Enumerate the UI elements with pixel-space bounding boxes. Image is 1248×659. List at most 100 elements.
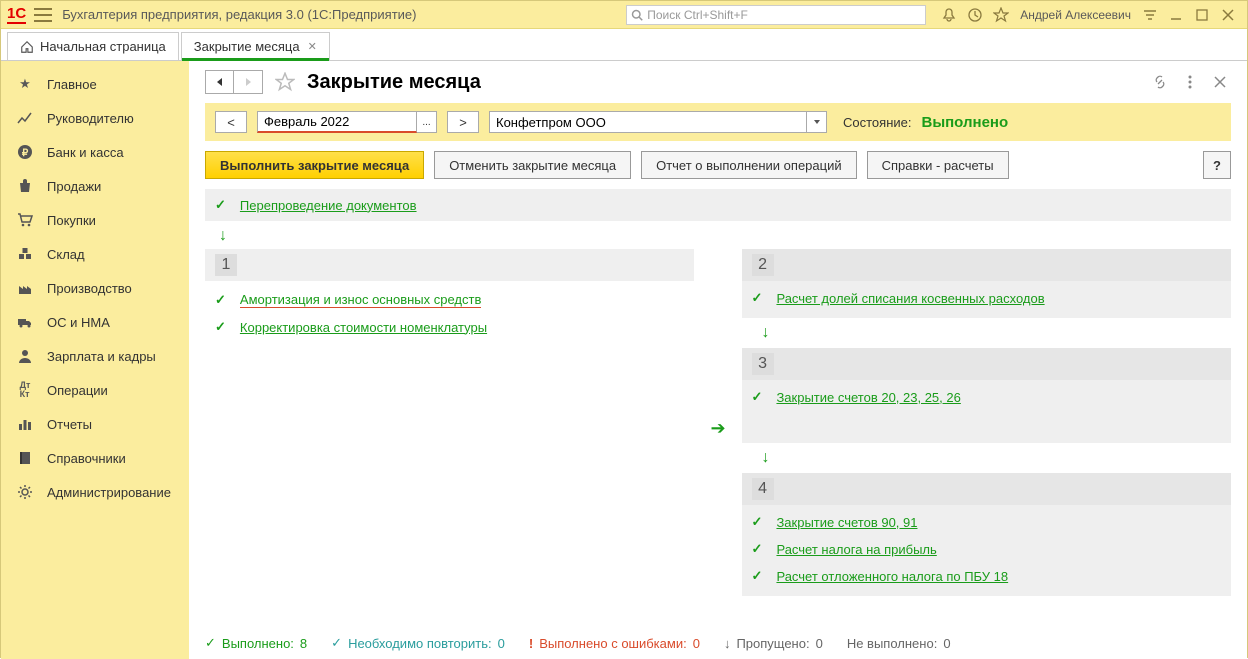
- status-label: Выполнено с ошибками:: [539, 636, 687, 651]
- maximize-button[interactable]: [1191, 4, 1213, 26]
- link-icon[interactable]: [1149, 71, 1171, 93]
- sidebar-item-hr[interactable]: Зарплата и кадры: [1, 339, 189, 373]
- status-errors: ! Выполнено с ошибками: 0: [529, 636, 700, 651]
- sidebar-item-admin[interactable]: Администрирование: [1, 475, 189, 509]
- tab-close-icon[interactable]: ✕: [308, 40, 317, 53]
- minimize-button[interactable]: [1165, 4, 1187, 26]
- history-icon[interactable]: [965, 5, 985, 25]
- period-picker-button[interactable]: ...: [417, 111, 437, 133]
- sidebar-label: Операции: [47, 383, 108, 398]
- ruble-icon: ₽: [15, 142, 35, 162]
- op-depreciation-link[interactable]: Амортизация и износ основных средств: [240, 292, 481, 308]
- page-title: Закрытие месяца: [307, 71, 1141, 94]
- cancel-close-button[interactable]: Отменить закрытие месяца: [434, 151, 631, 179]
- svg-text:₽: ₽: [22, 148, 29, 159]
- status-repeat: ✓ Необходимо повторить: 0: [331, 635, 505, 651]
- stage-number: 2: [752, 254, 774, 276]
- tab-active-label: Закрытие месяца: [194, 39, 300, 54]
- check-icon: ✓: [752, 568, 763, 584]
- stage-number: 3: [752, 353, 774, 375]
- check-icon: ✓: [331, 635, 342, 651]
- stage-4-header: 4: [742, 473, 1231, 505]
- sidebar-label: Склад: [47, 247, 85, 262]
- op-indirect-costs-link[interactable]: Расчет долей списания косвенных расходов: [776, 291, 1044, 306]
- stage-3-block: 3 ✓ Закрытие счетов 20, 23, 25, 26: [742, 348, 1231, 443]
- exclamation-icon: !: [529, 636, 533, 651]
- op-close-20-23-25-26-link[interactable]: Закрытие счетов 20, 23, 25, 26: [776, 390, 960, 405]
- btn-label: Отчет о выполнении операций: [656, 158, 842, 173]
- organization-input[interactable]: [489, 111, 807, 133]
- period-input[interactable]: [257, 111, 417, 133]
- title-bar: 1C Бухгалтерия предприятия, редакция 3.0…: [1, 1, 1247, 29]
- user-name[interactable]: Андрей Алексеевич: [1020, 8, 1131, 22]
- check-icon: ✓: [752, 514, 763, 530]
- report-button[interactable]: Отчет о выполнении операций: [641, 151, 857, 179]
- status-skipped: ↓ Пропущено: 0: [724, 636, 823, 651]
- sidebar-item-bank[interactable]: ₽ Банк и касса: [1, 135, 189, 169]
- arrow-down-icon: ↓: [762, 324, 1231, 342]
- status-done: ✓ Выполнено: 8: [205, 635, 307, 651]
- gear-icon: [15, 482, 35, 502]
- help-button[interactable]: ?: [1203, 151, 1231, 179]
- arrow-down-icon: ↓: [762, 449, 1231, 467]
- check-icon: ✓: [215, 319, 226, 335]
- search-placeholder: Поиск Ctrl+Shift+F: [647, 8, 748, 22]
- bell-icon[interactable]: [939, 5, 959, 25]
- arrow-down-icon: ↓: [219, 227, 1231, 245]
- nav-buttons: [205, 70, 263, 94]
- op-deferred-tax-link[interactable]: Расчет отложенного налога по ПБУ 18: [776, 569, 1008, 584]
- tab-home[interactable]: Начальная страница: [7, 32, 179, 60]
- parameter-bar: < ... > Состояние: Выполнено: [205, 103, 1231, 141]
- content-header: Закрытие месяца: [189, 61, 1247, 95]
- stage-1-header: 1: [205, 249, 694, 281]
- op-profit-tax-link[interactable]: Расчет налога на прибыль: [776, 542, 936, 557]
- period-prev-button[interactable]: <: [215, 111, 247, 133]
- favorite-star-icon[interactable]: [273, 70, 297, 94]
- sidebar-label: Банк и касса: [47, 145, 124, 160]
- nav-back-button[interactable]: [206, 71, 234, 93]
- references-button[interactable]: Справки - расчеты: [867, 151, 1009, 179]
- more-vertical-icon[interactable]: [1179, 71, 1201, 93]
- settings-lines-icon[interactable]: [1140, 5, 1160, 25]
- sidebar-item-os-nma[interactable]: ОС и НМА: [1, 305, 189, 339]
- status-count: 0: [498, 636, 505, 651]
- op-cost-correction-link[interactable]: Корректировка стоимости номенклатуры: [240, 320, 487, 335]
- column-left: 1 ✓ Амортизация и износ основных средств…: [205, 249, 694, 343]
- status-label: Пропущено:: [736, 636, 809, 651]
- repost-link[interactable]: Перепроведение документов: [240, 198, 417, 213]
- op-line: ✓ Расчет отложенного налога по ПБУ 18: [742, 565, 1231, 592]
- global-search-input[interactable]: Поиск Ctrl+Shift+F: [626, 5, 926, 25]
- sidebar-item-main[interactable]: ★Главное: [1, 67, 189, 101]
- sidebar-item-production[interactable]: Производство: [1, 271, 189, 305]
- stage-4-block: 4 ✓ Закрытие счетов 90, 91 ✓ Расчет нало…: [742, 473, 1231, 596]
- arrow-down-icon: ↓: [724, 636, 731, 651]
- sidebar-item-purchases[interactable]: Покупки: [1, 203, 189, 237]
- check-icon: ✓: [752, 290, 763, 306]
- sidebar-item-manager[interactable]: Руководителю: [1, 101, 189, 135]
- nav-forward-button[interactable]: [234, 71, 262, 93]
- org-box: [489, 111, 827, 133]
- run-close-button[interactable]: Выполнить закрытие месяца: [205, 151, 424, 179]
- tab-month-close[interactable]: Закрытие месяца ✕: [181, 32, 330, 60]
- truck-icon: [15, 312, 35, 332]
- organization-dropdown-button[interactable]: [807, 111, 827, 133]
- sidebar-label: Руководителю: [47, 111, 134, 126]
- menu-burger-icon[interactable]: [34, 8, 52, 22]
- book-icon: [15, 448, 35, 468]
- close-page-icon[interactable]: [1209, 71, 1231, 93]
- sidebar-item-warehouse[interactable]: Склад: [1, 237, 189, 271]
- state-value: Выполнено: [921, 114, 1008, 131]
- sidebar-label: Зарплата и кадры: [47, 349, 156, 364]
- sidebar-item-operations[interactable]: ДтКтОперации: [1, 373, 189, 407]
- close-window-button[interactable]: [1217, 4, 1239, 26]
- factory-icon: [15, 278, 35, 298]
- stage-2-block: 2 ✓ Расчет долей списания косвенных расх…: [742, 249, 1231, 318]
- op-close-90-91-link[interactable]: Закрытие счетов 90, 91: [776, 515, 917, 530]
- period-next-button[interactable]: >: [447, 111, 479, 133]
- star-icon[interactable]: [991, 5, 1011, 25]
- tabs-row: Начальная страница Закрытие месяца ✕: [1, 29, 1247, 61]
- sidebar-item-sales[interactable]: Продажи: [1, 169, 189, 203]
- sidebar-item-reports[interactable]: Отчеты: [1, 407, 189, 441]
- stage-3-header: 3: [742, 348, 1231, 380]
- sidebar-item-catalogs[interactable]: Справочники: [1, 441, 189, 475]
